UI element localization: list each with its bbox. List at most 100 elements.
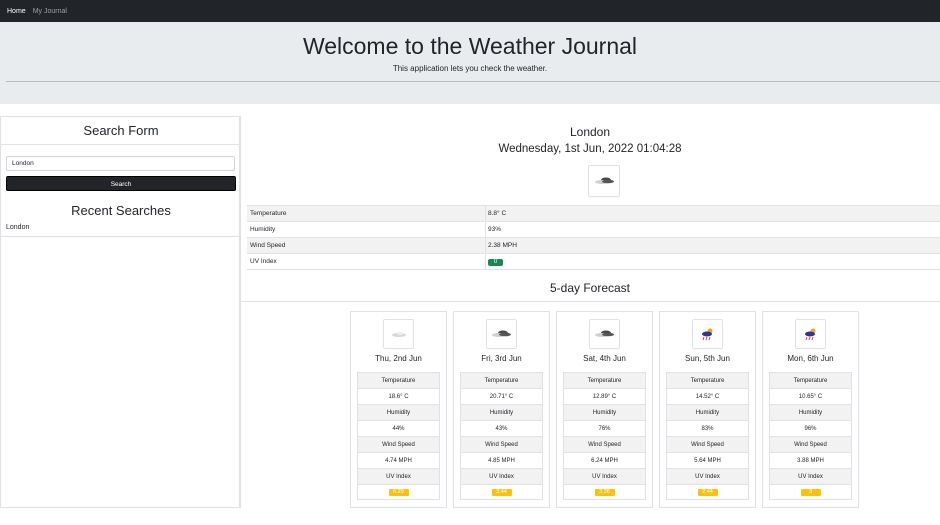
broken-clouds-icon	[595, 330, 614, 337]
temperature-value: 14.52° C	[666, 388, 749, 404]
wind-speed-label: Wind Speed	[666, 436, 749, 452]
current-datetime: Wednesday, 1st Jun, 2022 01:04:28	[498, 143, 682, 155]
header-divider	[6, 81, 940, 82]
forecast-icon-box	[486, 319, 517, 349]
forecast-table: Temperature 12.89° C Humidity 76% Wind S…	[563, 372, 646, 500]
humidity-value: 83%	[666, 420, 749, 436]
forecast-card: Sat, 4th Jun Temperature 12.89° C Humidi…	[556, 311, 653, 508]
forecast-icon-box	[692, 319, 723, 349]
uv-index-label: UV Index	[666, 468, 749, 484]
temperature-value: 12.89° C	[563, 388, 646, 404]
forecast-title: 5-day Forecast	[549, 281, 631, 295]
wind-speed-label: Wind Speed	[460, 436, 543, 452]
uv-index-label: UV Index	[460, 468, 543, 484]
page-subtitle: This application lets you check the weat…	[392, 64, 548, 73]
forecast-date: Mon, 6th Jun	[787, 354, 834, 363]
uv-index-badge: 3	[800, 488, 821, 496]
temperature-label: Temperature	[357, 372, 440, 388]
humidity-label: Humidity	[357, 404, 440, 420]
forecast-icon-box	[795, 319, 826, 349]
uv-index-label: UV Index	[357, 468, 440, 484]
forecast-date: Sun, 5th Jun	[685, 354, 730, 363]
wind-speed-value: 5.64 MPH	[666, 452, 749, 468]
forecast-icon-box	[383, 319, 414, 349]
uv-index-label: UV Index	[563, 468, 646, 484]
temperature-value: 8.8° C	[488, 210, 507, 217]
search-panel: Search Form Search Recent Searches Londo…	[0, 116, 241, 508]
humidity-label: Humidity	[460, 404, 543, 420]
recent-search-item[interactable]: London	[6, 224, 29, 231]
forecast-icon-box	[589, 319, 620, 349]
uv-index-badge: 0	[488, 259, 503, 266]
search-form-title: Search Form	[83, 123, 159, 138]
current-conditions-table: Temperature 8.8° C Humidity 93% Wind Spe…	[247, 205, 940, 270]
table-row: UV Index 0	[247, 253, 940, 270]
forecast-card: Thu, 2nd Jun Temperature 18.6° C Humidit…	[350, 311, 447, 508]
wind-speed-label: Wind Speed	[357, 436, 440, 452]
forecast-divider	[240, 301, 940, 302]
broken-clouds-icon	[595, 177, 614, 184]
nav-home-link[interactable]: Home	[7, 8, 26, 15]
table-row: Humidity 93%	[247, 221, 940, 238]
temperature-value: 10.65° C	[769, 388, 852, 404]
humidity-value: 93%	[488, 226, 502, 233]
wind-speed-label: Wind Speed	[563, 436, 646, 452]
uv-index-badge: 6.29	[388, 488, 409, 496]
page-header: Welcome to the Weather Journal This appl…	[0, 22, 940, 104]
page-title: Welcome to the Weather Journal	[302, 33, 638, 59]
forecast-table: Temperature 14.52° C Humidity 83% Wind S…	[666, 372, 749, 500]
wind-speed-value: 2.38 MPH	[488, 242, 517, 249]
forecast-card: Mon, 6th Jun Temperature 10.65° C Humidi…	[762, 311, 859, 508]
search-button[interactable]: Search	[6, 176, 236, 191]
temperature-label: Temperature	[769, 372, 852, 388]
forecast-table: Temperature 20.71° C Humidity 43% Wind S…	[460, 372, 543, 500]
temperature-label: Temperature	[250, 210, 287, 217]
forecast-card: Sun, 5th Jun Temperature 14.52° C Humidi…	[659, 311, 756, 508]
temperature-label: Temperature	[460, 372, 543, 388]
nav-journal-link[interactable]: My Journal	[33, 8, 67, 15]
wind-speed-value: 4.85 MPH	[460, 452, 543, 468]
temperature-value: 20.71° C	[460, 388, 543, 404]
forecast-date: Sat, 4th Jun	[583, 354, 626, 363]
humidity-label: Humidity	[250, 226, 276, 233]
uv-index-badge: 3.44	[491, 488, 512, 496]
wind-speed-label: Wind Speed	[769, 436, 852, 452]
humidity-value: 43%	[460, 420, 543, 436]
table-row: Temperature 8.8° C	[247, 205, 940, 222]
rain-icon	[805, 328, 816, 341]
current-weather-icon-box	[588, 165, 620, 197]
uv-index-label: UV Index	[250, 258, 277, 265]
table-row: Wind Speed 2.38 MPH	[247, 237, 940, 254]
forecast-table: Temperature 10.65° C Humidity 96% Wind S…	[769, 372, 852, 500]
uv-index-badge: 2.44	[697, 488, 718, 496]
content-divider	[240, 116, 241, 508]
forecast-date: Thu, 2nd Jun	[375, 354, 422, 363]
recent-list-divider	[1, 236, 241, 237]
humidity-value: 44%	[357, 420, 440, 436]
humidity-label: Humidity	[769, 404, 852, 420]
uv-index-label: UV Index	[769, 468, 852, 484]
wind-speed-value: 3.88 MPH	[769, 452, 852, 468]
search-title-divider	[1, 144, 241, 145]
temperature-value: 18.6° C	[357, 388, 440, 404]
few-clouds-icon	[392, 332, 406, 337]
wind-speed-value: 6.24 MPH	[563, 452, 646, 468]
recent-searches-title: Recent Searches	[71, 203, 171, 218]
humidity-label: Humidity	[563, 404, 646, 420]
top-navbar: Home My Journal	[0, 0, 940, 22]
humidity-label: Humidity	[666, 404, 749, 420]
forecast-date: Fri, 3rd Jun	[481, 354, 522, 363]
uv-index-badge: 3.36	[594, 488, 615, 496]
temperature-label: Temperature	[666, 372, 749, 388]
city-search-input[interactable]	[6, 156, 235, 171]
wind-speed-label: Wind Speed	[250, 242, 286, 249]
temperature-label: Temperature	[563, 372, 646, 388]
current-city: London	[569, 125, 611, 139]
broken-clouds-icon	[492, 330, 511, 337]
humidity-value: 96%	[769, 420, 852, 436]
rain-icon	[702, 328, 713, 341]
humidity-value: 76%	[563, 420, 646, 436]
wind-speed-value: 4.74 MPH	[357, 452, 440, 468]
forecast-table: Temperature 18.6° C Humidity 44% Wind Sp…	[357, 372, 440, 500]
forecast-card: Fri, 3rd Jun Temperature 20.71° C Humidi…	[453, 311, 550, 508]
